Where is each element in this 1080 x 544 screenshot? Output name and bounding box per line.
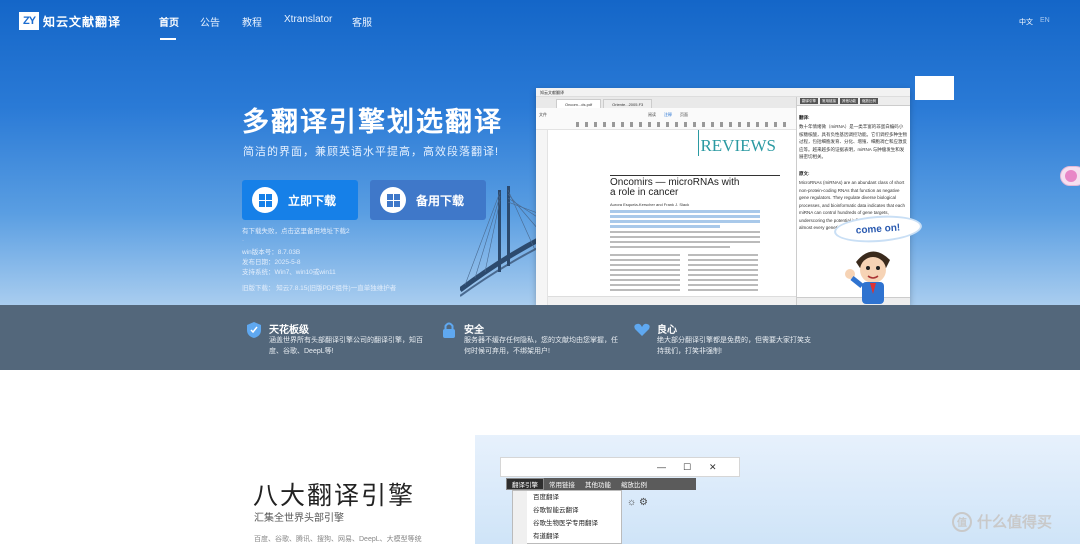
- section-subtitle: 汇集全世界头部引擎: [254, 513, 344, 524]
- watermark-text: 什么值得买: [977, 514, 1053, 531]
- menu-common-links: 常用链接: [549, 482, 575, 489]
- screenshot-statusbar: [548, 296, 796, 305]
- lang-zh[interactable]: 中文: [1019, 17, 1033, 27]
- watermark-icon: 值: [952, 511, 972, 532]
- hero-title: 多翻译引擎划选翻译: [242, 107, 503, 137]
- download-now-button[interactable]: 立即下载: [242, 180, 358, 220]
- screenshot-menu: 页面: [680, 112, 688, 117]
- feature-title: 安全: [464, 325, 484, 336]
- screenshot-document: REVIEWS Oncomirs — microRNAs with a role…: [548, 130, 796, 305]
- shield-icon: [247, 322, 261, 338]
- text-highlight: [610, 225, 720, 228]
- version-text: win版本号：8.7.03B: [242, 249, 301, 256]
- download-now-label: 立即下载: [288, 193, 337, 208]
- translation-text: 数十年情绪微（miRNA）是一类丰富的非蛋白编码小核糖核酸，具有负性基因调控功能…: [799, 124, 907, 159]
- translate-label: 翻译:: [799, 115, 810, 120]
- nav-active-indicator: [160, 38, 176, 40]
- nav-home[interactable]: 首页: [159, 14, 179, 29]
- preview-menubar: 翻译引擎 常用链接 其他功能 缩放比例: [506, 478, 696, 490]
- panel-menu: 常用链接: [820, 98, 838, 104]
- panel-menu: 缩放比例: [860, 98, 878, 104]
- old-version-link[interactable]: 旧版下载： 知云7.8.15(旧版PDF组件)一直单独维护者: [242, 284, 396, 293]
- white-block: [915, 76, 954, 100]
- feature-desc: 服务器不缓存任何隐私，您的文献均由您掌握，任何时候可弃用，不绑架用户!: [464, 337, 618, 355]
- paper-title: Oncomirs — microRNAs with a role in canc…: [610, 177, 740, 198]
- windows-icon: [252, 187, 278, 213]
- section-title: 八大翻译引擎: [253, 482, 416, 510]
- engines-dropdown: 百度翻译 谷歌智能云翻译 谷歌生物医学专用翻译 有道翻译: [512, 490, 622, 544]
- screenshot-tabs: Oncom...ds.pdf Oriente...2005.F3: [536, 97, 796, 108]
- preview-window-bar: [500, 457, 740, 477]
- feature-desc: 绝大部分翻译引擎都是免费的，但需要大家打笑支持我们，打笑非强制!: [657, 337, 811, 355]
- feature-title: 良心: [657, 325, 677, 336]
- nav-announcements[interactable]: 公告: [200, 14, 220, 29]
- original-label: 原文:: [799, 171, 810, 176]
- feature-title: 天花板级: [269, 325, 309, 336]
- text-highlight: [610, 210, 760, 213]
- screenshot-tab: Oriente...2005.F3: [603, 99, 653, 108]
- minimize-icon: —: [657, 462, 666, 472]
- engines-list-text: 百度、谷歌、腾讯、搜狗、网易、DeepL、大模型等统: [254, 536, 422, 543]
- backup-download-label: 备用下载: [416, 193, 465, 208]
- top-nav: ZY 知云文献翻译 首页 公告 教程 Xtranslator 客服 中文 EN: [0, 0, 1080, 42]
- menu-translation-engines: 翻译引擎: [506, 478, 544, 490]
- gear-icon: ☼ ⚙: [627, 497, 648, 508]
- systems-text: 支持系统：Win7、win10或win11: [242, 269, 336, 276]
- nav-support[interactable]: 客服: [352, 14, 372, 29]
- menu-other-functions: 其他功能: [585, 482, 611, 489]
- menu-zoom: 缩放比例: [621, 482, 647, 489]
- screenshot-window-title: 知云文献翻译: [536, 88, 910, 97]
- dropdown-item: 谷歌生物医学专用翻译: [533, 520, 598, 527]
- windows-icon: [380, 187, 406, 213]
- screenshot-tab: Oncom...ds.pdf: [556, 99, 602, 108]
- toolbar-icons: [576, 122, 786, 127]
- panel-menu: 翻译引擎: [800, 98, 818, 104]
- download-hint-link[interactable]: 有下载失败，点击这里备用地址下载2: [242, 227, 350, 236]
- close-icon: ✕: [709, 462, 717, 472]
- panel-menu: 其他功能: [840, 98, 858, 104]
- feature-desc: 涵盖世界所有头部翻译引擎公司的翻译引擎，知百度、谷歌、DeepL等!: [269, 337, 423, 355]
- nav-tutorials[interactable]: 教程: [242, 14, 262, 29]
- lock-icon: [443, 322, 455, 338]
- text-highlight: [610, 220, 760, 223]
- screenshot-menu: 阅读: [648, 112, 656, 117]
- screenshot-sidebar: [536, 130, 548, 305]
- heart-hands-icon: [634, 323, 650, 336]
- paper-authors: Aurora Esquela-Kerscher and Frank J. Sla…: [610, 202, 690, 207]
- floating-avatar-button[interactable]: [1060, 166, 1080, 186]
- lang-en[interactable]: EN: [1040, 17, 1050, 24]
- dropdown-item: 有道翻译: [533, 533, 559, 540]
- logo[interactable]: ZY 知云文献翻译: [19, 12, 121, 30]
- logo-mark: ZY: [19, 12, 39, 30]
- screenshot-menu: 注释: [664, 112, 672, 117]
- screenshot-menu: 文件: [539, 112, 547, 117]
- screenshot-toolbar: 文件 阅读 注释 页面: [536, 108, 796, 130]
- hero-banner: ZY 知云文献翻译 首页 公告 教程 Xtranslator 客服 中文 EN …: [0, 0, 1080, 305]
- release-date-text: 发布日期：2025-5-8: [242, 259, 301, 266]
- nav-xtranslator[interactable]: Xtranslator: [284, 14, 332, 25]
- journal-name: REVIEWS: [700, 136, 776, 155]
- maximize-icon: ☐: [683, 462, 692, 472]
- features-strip: 天花板级 涵盖世界所有头部翻译引擎公司的翻译引擎，知百度、谷歌、DeepL等! …: [0, 305, 1080, 370]
- cartoon-boy-illustration: [845, 251, 890, 304]
- panel-menubar: 翻译引擎 常用链接 其他功能 缩放比例: [797, 97, 910, 106]
- avatar-icon: [1065, 170, 1077, 182]
- dropdown-item: 谷歌智能云翻译: [533, 507, 579, 514]
- text-highlight: [610, 215, 760, 218]
- dropdown-item: 百度翻译: [533, 494, 559, 501]
- logo-text: 知云文献翻译: [43, 14, 122, 29]
- page: ZY 知云文献翻译 首页 公告 教程 Xtranslator 客服 中文 EN …: [0, 0, 1080, 544]
- smzdm-watermark: 值 什么值得买: [952, 511, 1052, 532]
